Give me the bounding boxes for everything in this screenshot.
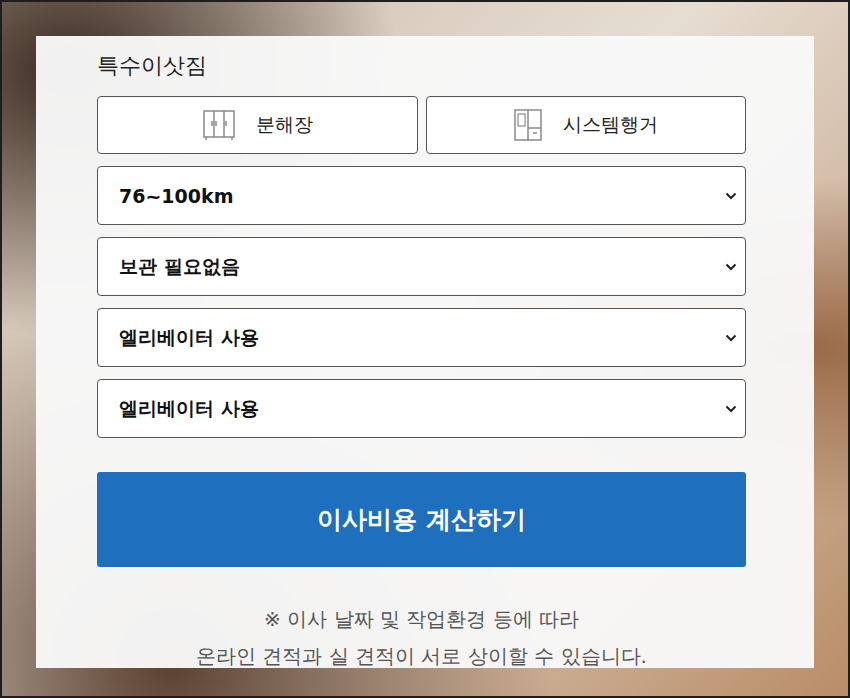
screen: 특수이삿짐분해장시스템행거76~100km보관 필요없음엘리베이터 사용엘리베이… [0, 0, 850, 698]
chevron-down-icon [725, 334, 737, 342]
select-value: 엘리베이터 사용 [119, 396, 259, 422]
chevron-down-icon [725, 405, 737, 413]
chevron-down-icon [725, 192, 737, 200]
option-select[interactable]: 엘리베이터 사용 [97, 379, 746, 438]
special-item-button[interactable]: 분해장 [97, 96, 418, 154]
option-select[interactable]: 76~100km [97, 166, 746, 225]
notice-line: 온라인 견적과 실 견적이 서로 상이할 수 있습니다. [97, 638, 746, 668]
special-items: 분해장 시스템행거 [97, 96, 746, 154]
option-select[interactable]: 보관 필요없음 [97, 237, 746, 296]
calculate-button[interactable]: 이사비용 계산하기 [97, 472, 746, 567]
section-label: 특수이삿짐 [97, 52, 746, 80]
option-select[interactable]: 엘리베이터 사용 [97, 308, 746, 367]
special-item-button[interactable]: 시스템행거 [426, 96, 747, 154]
notice: ※ 이사 날짜 및 작업환경 등에 따라온라인 견적과 실 견적이 서로 상이할… [97, 601, 746, 668]
wardrobe-icon [202, 109, 236, 141]
select-value: 76~100km [119, 185, 233, 207]
notice-line: ※ 이사 날짜 및 작업환경 등에 따라 [97, 601, 746, 638]
select-value: 보관 필요없음 [119, 254, 240, 280]
hanger-rack-icon [513, 108, 543, 142]
chevron-down-icon [725, 263, 737, 271]
special-item-label: 시스템행거 [563, 112, 658, 138]
special-item-label: 분해장 [256, 112, 313, 138]
estimate-panel: 특수이삿짐분해장시스템행거76~100km보관 필요없음엘리베이터 사용엘리베이… [36, 36, 814, 668]
select-value: 엘리베이터 사용 [119, 325, 259, 351]
